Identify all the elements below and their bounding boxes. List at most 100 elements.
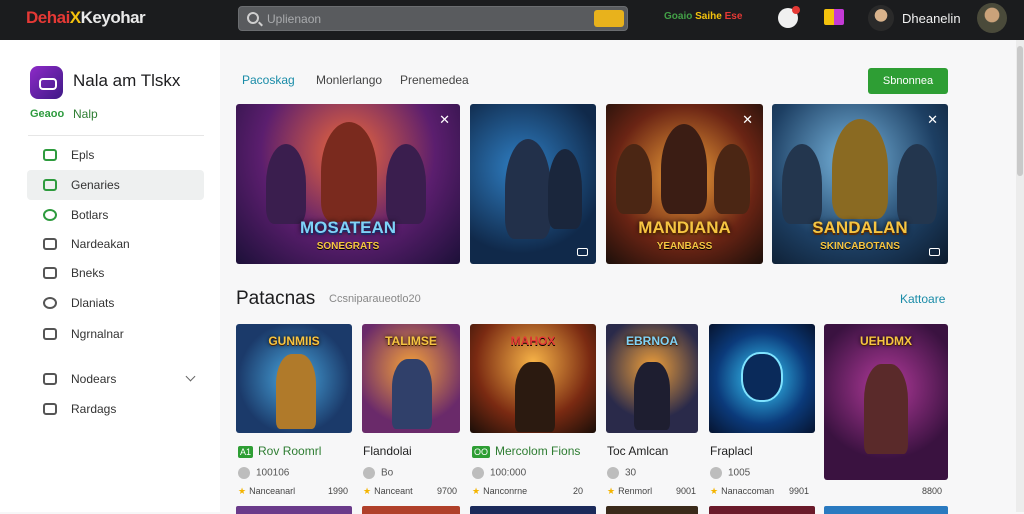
card-name[interactable]: OO Mercolom Fions	[472, 444, 580, 458]
hero-title: MOSATEAN	[299, 218, 396, 237]
sidebar-item-botlars[interactable]: Botlars	[27, 200, 204, 230]
player-icon	[710, 467, 722, 479]
card-rating: ★ Nanconrne	[472, 486, 528, 496]
app-meta-link[interactable]: Nalp	[73, 107, 98, 121]
hero-title: SANDALAN	[812, 218, 908, 237]
hero-banner-2[interactable]	[470, 104, 596, 264]
scrollbar[interactable]	[1016, 40, 1024, 512]
divider	[28, 135, 204, 136]
card-stat: Bo	[363, 467, 393, 479]
game-card-3[interactable]: MAHOX	[470, 324, 596, 433]
game-card-peek[interactable]	[362, 506, 460, 514]
search-icon	[247, 12, 259, 24]
chat-icon	[43, 179, 57, 191]
card-name[interactable]: Flandolai	[363, 444, 412, 458]
sidebar-item-rardags[interactable]: Rardags	[27, 394, 204, 424]
game-card-peek[interactable]	[606, 506, 698, 514]
card-rating: ★ Nanceanarl	[238, 486, 296, 496]
chevron-down-icon[interactable]	[185, 371, 196, 382]
app-meta-status: Geaoo	[30, 108, 65, 120]
table-icon	[43, 373, 57, 385]
tab-prenemedea[interactable]: Prenemedea	[400, 73, 469, 87]
sidebar-item-nardeakan[interactable]: Nardeakan	[27, 229, 204, 259]
player-icon	[363, 467, 375, 479]
sidebar: Nala am Tlskx Geaoo Nalp Epls Genaries B…	[0, 40, 220, 512]
search-placeholder: Uplienaon	[267, 12, 322, 26]
card-art-title: TALIMSE	[385, 334, 437, 348]
game-card-4[interactable]: EBRNOA	[606, 324, 698, 433]
sidebar-item-genaries[interactable]: Genaries	[27, 170, 204, 200]
star-icon: ★	[710, 486, 719, 496]
notification-icon[interactable]	[778, 6, 800, 28]
leaf-icon	[43, 209, 57, 221]
compass-icon	[43, 297, 57, 309]
gift-icon[interactable]	[824, 9, 844, 25]
game-card-peek[interactable]	[470, 506, 596, 514]
sidebar-item-epls[interactable]: Epls	[27, 140, 204, 170]
avatar[interactable]	[868, 5, 894, 31]
main-content: Pacoskag Monlerlango Prenemedea Sbnonnea…	[220, 40, 1016, 514]
card-art-title: MAHOX	[510, 334, 556, 348]
card-rating: ★ Nanaccoman	[710, 486, 775, 496]
card-price: 9001	[676, 486, 697, 496]
sidebar-item-dlaniats[interactable]: Dlaniats	[27, 288, 204, 318]
close-icon[interactable]: ✕	[742, 112, 753, 128]
sidebar-item-bneks[interactable]: Bneks	[27, 258, 204, 288]
section-subtitle: Ccsniparaueotlo20	[329, 293, 421, 305]
close-icon[interactable]: ✕	[927, 112, 938, 128]
card-stat: 100106	[238, 467, 289, 479]
username[interactable]: Dheanelin	[902, 11, 961, 26]
card-rating: ★ Nanceant	[363, 486, 413, 496]
search-button[interactable]	[594, 10, 624, 27]
card-price: 1990	[328, 486, 349, 496]
game-card-peek[interactable]	[236, 506, 352, 514]
card-price: 20	[573, 486, 584, 496]
game-card-5[interactable]	[709, 324, 815, 433]
vr-icon	[929, 248, 940, 256]
sidebar-item-ngrnalnar[interactable]: Ngrnalnar	[27, 319, 204, 349]
star-icon: ★	[472, 486, 481, 496]
card-price: 8800	[922, 486, 943, 496]
app-title: Nala am Tlskx	[73, 71, 181, 90]
section-title: Patacnas	[236, 288, 316, 309]
star-icon: ★	[607, 486, 616, 496]
card-rating: ★ Renmorl	[607, 486, 653, 496]
close-icon[interactable]: ✕	[439, 112, 450, 128]
card-name[interactable]: Fraplacl	[710, 444, 753, 458]
hero-banner-4[interactable]: ✕ SANDALAN SKINCABOTANS	[772, 104, 948, 264]
game-card-2[interactable]: TALIMSE	[362, 324, 460, 433]
game-card-peek[interactable]	[709, 506, 815, 514]
scrollbar-thumb[interactable]	[1017, 46, 1023, 176]
game-card-1[interactable]: GUNMIIS	[236, 324, 352, 433]
card-name[interactable]: Toc Amlcan	[607, 444, 668, 458]
brand-logo[interactable]: DehaiXKeyohar	[26, 8, 146, 28]
search-input[interactable]: Uplienaon	[238, 6, 628, 31]
tab-monlerlango[interactable]: Monlerlango	[316, 73, 382, 87]
grid-icon	[43, 328, 57, 340]
tag-icon	[43, 403, 57, 415]
see-more-link[interactable]: Kattoare	[900, 292, 945, 306]
card-price: 9901	[789, 486, 810, 496]
hero-subtitle: SKINCABOTANS	[820, 241, 900, 252]
card-art-title: UEHDMX	[859, 334, 912, 348]
sidebar-item-nodears[interactable]: Nodears	[27, 364, 204, 394]
monitor-icon	[43, 238, 57, 250]
card-name[interactable]: A1 Rov Roomrl	[238, 444, 321, 458]
game-card-peek[interactable]	[824, 506, 948, 514]
hero-subtitle: YEANBASS	[656, 241, 713, 252]
hero-banner-3[interactable]: ✕ MANDIANA YEANBASS	[606, 104, 763, 264]
hero-subtitle: SONEGRATS	[316, 241, 380, 252]
tab-pacoskag[interactable]: Pacoskag	[242, 73, 295, 87]
primary-button[interactable]: Sbnonnea	[868, 68, 948, 94]
star-icon: ★	[238, 486, 247, 496]
game-card-6[interactable]: UEHDMX	[824, 324, 948, 480]
card-price: 9700	[437, 486, 458, 496]
chart-icon	[43, 267, 57, 279]
card-art-title: EBRNOA	[625, 334, 678, 348]
app-icon	[30, 66, 63, 99]
card-stat: 30	[607, 467, 636, 479]
star-icon: ★	[363, 486, 372, 496]
profile-avatar[interactable]	[977, 3, 1007, 33]
promo-badge[interactable]: Goaio Saihe Ese	[664, 11, 742, 22]
hero-banner-1[interactable]: ✕ MOSATEAN SONEGRATS	[236, 104, 460, 264]
